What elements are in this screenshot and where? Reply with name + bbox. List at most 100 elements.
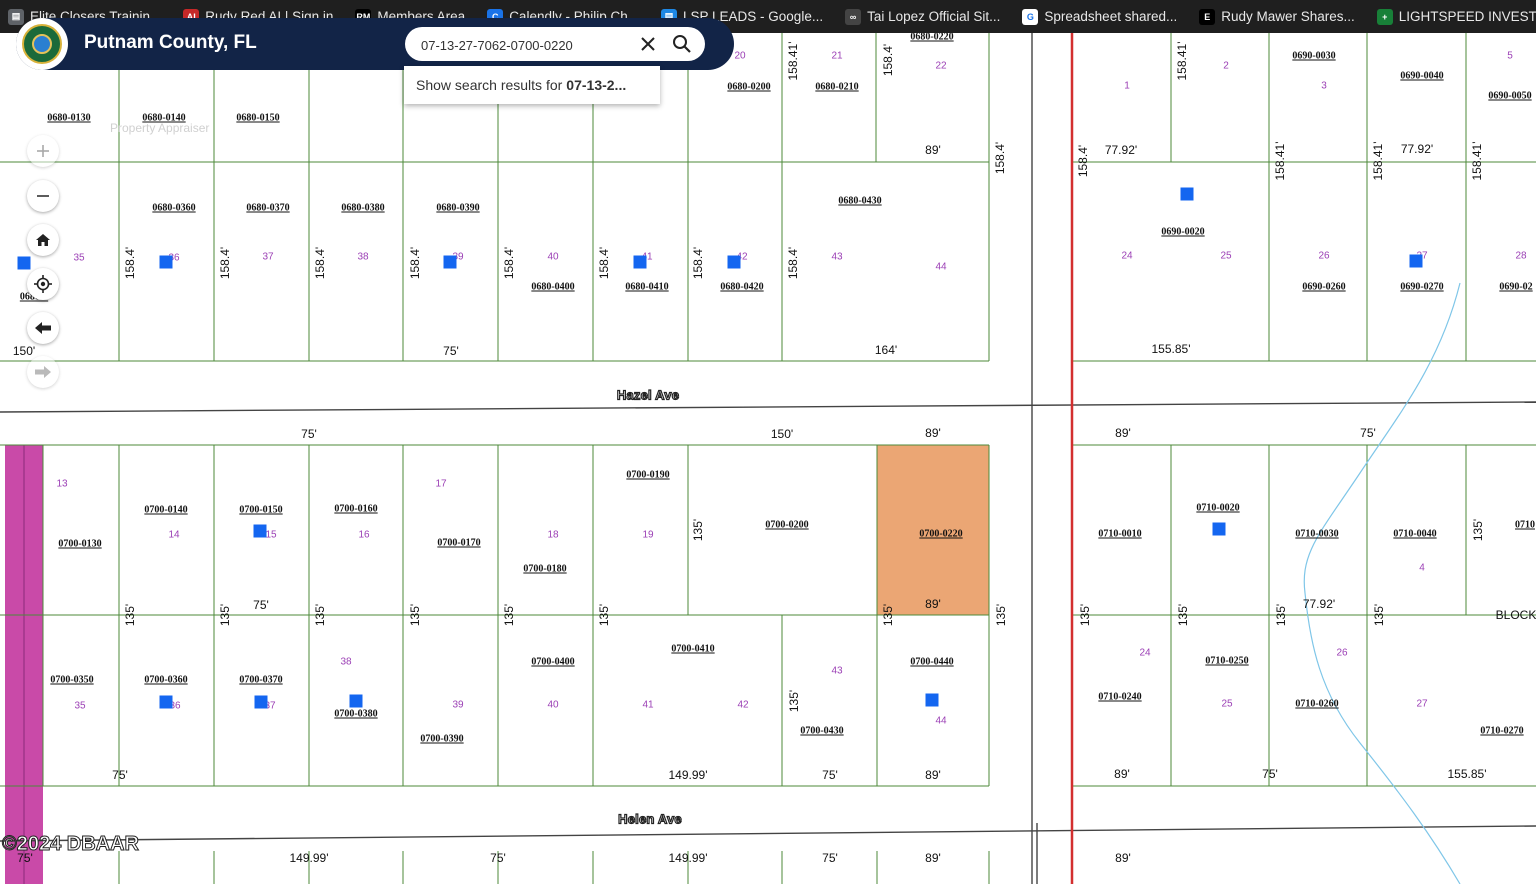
vertical-dimension-label: 158.4' [313, 246, 327, 280]
dimension-label: 89' [1115, 426, 1131, 440]
page-icon: ▤ [8, 8, 24, 25]
bookmark-5[interactable]: ∞ Tai Lopez Official Sit... [837, 8, 1000, 25]
vertical-dimension-label: 135' [123, 603, 137, 627]
bookmark-label: Spreadsheet shared... [1044, 9, 1178, 24]
dimension-label: 89' [925, 597, 941, 611]
parcel-id-label[interactable]: 0680-0200 [727, 82, 770, 93]
plus-icon [37, 145, 49, 157]
parcel-id-label[interactable]: 0690-0050 [1488, 91, 1531, 102]
zoom-in-button[interactable] [27, 135, 59, 167]
lot-number-label: 19 [642, 529, 654, 541]
creek-line [1303, 282, 1461, 884]
bookmark-7[interactable]: E Rudy Mawer Shares... [1191, 8, 1355, 25]
dimension-label: 77.92' [1302, 597, 1336, 611]
parcel-id-label[interactable]: 0700-0180 [523, 564, 566, 575]
parcel-id-label[interactable]: 0710-0260 [1295, 699, 1338, 710]
zoom-out-button[interactable] [27, 180, 59, 212]
parcel-id-label[interactable]: 0700-0440 [910, 657, 953, 668]
structure-marker-icon [1180, 187, 1194, 201]
parcel-id-label[interactable]: 0680-0220 [910, 33, 953, 43]
parcel-id-label[interactable]: 0680-0420 [720, 282, 763, 293]
dimension-label: 75' [301, 427, 317, 441]
parcel-id-label[interactable]: 0710 [1515, 520, 1535, 531]
parcel-id-label[interactable]: 0690-0030 [1292, 51, 1335, 62]
parcel-id-label[interactable]: 0680-0370 [246, 203, 289, 214]
search-input[interactable] [419, 33, 633, 57]
parcel-id-label[interactable]: 0700-0430 [800, 726, 843, 737]
parcel-id-label[interactable]: 0680-0150 [236, 113, 279, 124]
parcel-id-label[interactable]: 0700-0350 [50, 675, 93, 686]
vertical-dimension-label: 135' [787, 689, 801, 713]
search-button[interactable] [671, 33, 693, 55]
parcel-id-label[interactable]: 0700-0200 [765, 520, 808, 531]
parcel-id-label[interactable]: 0700-0360 [144, 675, 187, 686]
structure-marker-icon [727, 255, 741, 269]
copyright-notice: ©2024 DBAAR [1, 833, 140, 856]
parcel-id-label[interactable]: 0680-0390 [436, 203, 479, 214]
map-watermark: Property Appraiser [110, 121, 210, 135]
parcel-id-label[interactable]: 0700-0150 [239, 505, 282, 516]
home-button[interactable] [27, 224, 59, 256]
structure-marker-icon [17, 256, 31, 270]
parcel-map[interactable]: 0680-0130 0680-0140 0680-0150 0680-0200 0680… [0, 33, 1536, 884]
forward-button[interactable] [27, 356, 59, 388]
parcel-id-label[interactable]: 0700-0400 [531, 657, 574, 668]
vertical-dimension-label: 158.41' [1175, 41, 1189, 81]
parcel-id-label[interactable]: 0680-0360 [152, 203, 195, 214]
clear-search-button[interactable] [638, 34, 658, 54]
lot-number-label: 27 [1416, 698, 1428, 710]
parcel-id-label[interactable]: 0710-0240 [1098, 692, 1141, 703]
parcel-id-label[interactable]: 0700-0370 [239, 675, 282, 686]
parcel-id-label[interactable]: 0690-0260 [1302, 282, 1345, 293]
bookmark-8[interactable]: + LIGHTSPEED INVEST... [1369, 8, 1536, 25]
parcel-id-label[interactable]: 0700-0140 [144, 505, 187, 516]
parcel-id-label[interactable]: 0700-0190 [626, 470, 669, 481]
parcel-id-label[interactable]: 0700-0220 [919, 529, 962, 540]
lot-number-label: 21 [831, 50, 843, 62]
dimension-label: 89' [925, 851, 941, 865]
vertical-dimension-label: 158.4' [218, 246, 232, 280]
lot-number-label: 38 [340, 656, 352, 668]
parcel-id-label[interactable]: 0690-0020 [1161, 227, 1204, 238]
parcel-id-label[interactable]: 0710-0030 [1295, 529, 1338, 540]
parcel-id-label[interactable]: 0700-0170 [437, 538, 480, 549]
parcel-id-label[interactable]: 0680-0210 [815, 82, 858, 93]
lot-number-label: 18 [547, 529, 559, 541]
parcel-id-label[interactable]: 0680-0380 [341, 203, 384, 214]
dimension-label: 75' [112, 768, 128, 782]
parcel-id-label[interactable]: 0690-0270 [1400, 282, 1443, 293]
parcel-id-label[interactable]: 0680-0130 [47, 113, 90, 124]
vertical-dimension-label: 158.4' [502, 246, 516, 280]
search-suggestion[interactable]: Show search results for 07-13-2... [404, 66, 660, 104]
dimension-label: 149.99' [668, 768, 708, 782]
parcel-id-label[interactable]: 0700-0380 [334, 709, 377, 720]
parcel-id-label[interactable]: 0700-0160 [334, 504, 377, 515]
parcel-id-label[interactable]: 0680-0400 [531, 282, 574, 293]
back-button[interactable] [27, 312, 59, 344]
parcel-id-label[interactable]: 0710-0250 [1205, 656, 1248, 667]
parcel-id-label[interactable]: 0710-0020 [1196, 503, 1239, 514]
dimension-label: 89' [925, 143, 941, 157]
lot-number-label: 1 [1124, 80, 1130, 92]
vertical-dimension-label: 158.41' [786, 41, 800, 81]
parcel-id-label[interactable]: 0700-0130 [58, 539, 101, 550]
parcel-id-label[interactable]: 0680-0410 [625, 282, 668, 293]
parcel-id-label[interactable]: 0710-0270 [1480, 726, 1523, 737]
street-label-hazel-ave: Hazel Ave [616, 387, 680, 403]
dimension-label: 77.92' [1104, 143, 1138, 157]
parcel-id-label[interactable]: 0710-0040 [1393, 529, 1436, 540]
parcel-id-label[interactable]: 0680-0430 [838, 196, 881, 207]
lot-number-label: 43 [831, 665, 843, 677]
lot-number-label: 42 [737, 699, 749, 711]
lot-number-label: 39 [452, 699, 464, 711]
lot-number-label: 40 [547, 251, 559, 263]
vertical-dimension-label: 158.4' [691, 246, 705, 280]
dimension-label: 75' [443, 344, 459, 358]
locate-button[interactable] [27, 268, 59, 300]
bookmark-6[interactable]: G Spreadsheet shared... [1014, 8, 1178, 25]
parcel-id-label[interactable]: 0690-0040 [1400, 71, 1443, 82]
parcel-id-label[interactable]: 0710-0010 [1098, 529, 1141, 540]
parcel-id-label[interactable]: 0690-02 [1499, 282, 1532, 293]
parcel-id-label[interactable]: 0700-0410 [671, 644, 714, 655]
parcel-id-label[interactable]: 0700-0390 [420, 734, 463, 745]
